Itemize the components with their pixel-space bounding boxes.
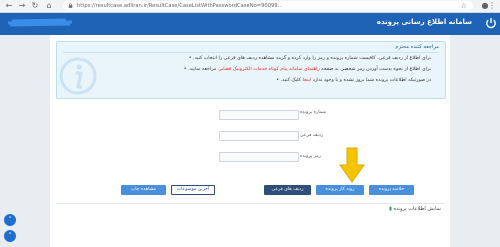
latest-notices-button[interactable]: آخرین موضوعات: [171, 185, 215, 195]
url-text: https://resultcase.adliran.ir/ResultCase…: [77, 3, 283, 9]
print-view-button[interactable]: مشاهده چاپ: [121, 185, 166, 195]
section-divider: [56, 203, 444, 204]
info-line-2: برای اطلاع از نحوه بدست آوردن رمز شخصی ب…: [183, 67, 431, 72]
redacted-scribble: [7, 18, 73, 27]
bookmark-star-icon[interactable]: ☆: [461, 1, 467, 11]
case-number-input[interactable]: [219, 110, 299, 120]
scroll-down-button[interactable]: ˅: [4, 230, 16, 242]
info-divider: [63, 52, 439, 53]
sub-row-label: ردیف فرعی: [300, 133, 324, 138]
password-label: رمز پرونده: [300, 154, 321, 159]
sms-guide-link[interactable]: راهنمای سامانه پیام کوتاه خدمات الکترونی…: [218, 67, 320, 72]
case-info-section-title: نمایش اطلاعات پرونده ▮: [389, 206, 441, 212]
forward-icon[interactable]: →: [17, 1, 27, 11]
info-line-3: در صورتیکه اطلاعات پرونده شما بروز نشده …: [276, 78, 431, 83]
info-title: مراجعه کننده محترم: [395, 44, 439, 50]
sub-rows-button[interactable]: ردیف های فرعی: [264, 185, 311, 195]
right-gutter: [450, 35, 500, 247]
reload-icon[interactable]: ↻: [30, 1, 40, 11]
chevron-down-icon: ˅: [8, 232, 12, 240]
back-icon[interactable]: ←: [4, 1, 14, 11]
click-here-link[interactable]: اینجا: [303, 78, 312, 83]
down-arrow-icon: [339, 147, 365, 183]
lock-icon: [68, 3, 73, 8]
info-icon: [59, 57, 97, 95]
app-header: سامانه اطلاع رسانی پرونده: [0, 13, 500, 35]
case-procedure-button[interactable]: روند کار پرونده: [316, 185, 364, 195]
power-icon[interactable]: [484, 16, 498, 30]
info-line-1: برای اطلاع از ردیف فرعی، کافیست شماره پر…: [188, 56, 431, 61]
password-input[interactable]: [219, 152, 299, 162]
home-icon[interactable]: ⌂: [44, 1, 54, 11]
app-title: سامانه اطلاع رسانی پرونده: [376, 18, 472, 26]
address-bar[interactable]: https://resultcase.adliran.ir/ResultCase…: [63, 1, 473, 11]
case-number-label: شماره پرونده: [300, 110, 327, 115]
info-box: مراجعه کننده محترم برای اطلاع از ردیف فر…: [56, 41, 446, 99]
document-icon: ▮: [389, 206, 392, 212]
chevron-up-icon: ˄: [8, 216, 12, 224]
case-history-button[interactable]: خلاصه پرونده: [369, 185, 414, 195]
sub-row-input[interactable]: [219, 131, 299, 141]
browser-menu-icon[interactable]: ⋮: [488, 1, 496, 11]
scroll-up-button[interactable]: ˄: [4, 214, 16, 226]
browser-toolbar: ← → ↻ ⌂ https://resultcase.adliran.ir/Re…: [0, 0, 500, 13]
